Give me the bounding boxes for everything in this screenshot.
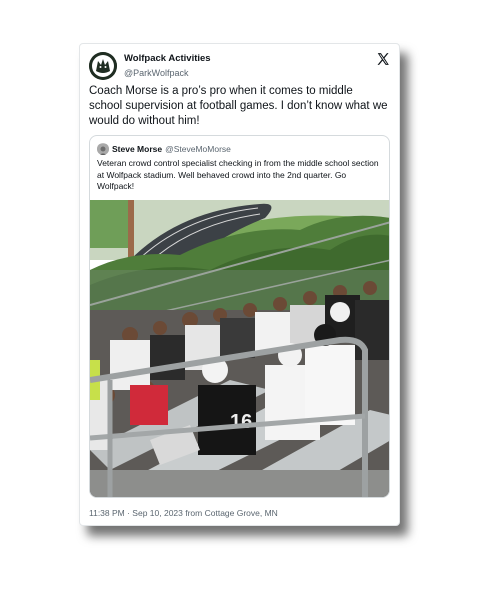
user-handle[interactable]: @ParkWolfpack xyxy=(124,67,211,79)
x-logo-icon[interactable] xyxy=(376,52,390,66)
tweet-timestamp[interactable]: 11:38 PM · Sep 10, 2023 from Cottage Gro… xyxy=(89,508,278,518)
quoted-text: Veteran crowd control specialist checkin… xyxy=(97,158,379,191)
svg-text:16: 16 xyxy=(230,411,252,433)
display-name[interactable]: Wolfpack Activities xyxy=(124,53,211,65)
tweet-text: Coach Morse is a pro’s pro when it comes… xyxy=(89,85,388,127)
quoted-tweet[interactable]: Steve Morse @SteveMoMorse Veteran crowd c… xyxy=(89,135,390,498)
tweet-card[interactable]: Wolfpack Activities @ParkWolfpack Coach … xyxy=(79,43,400,526)
quoted-avatar xyxy=(97,143,109,155)
avatar[interactable] xyxy=(89,52,117,80)
wolf-logo-icon xyxy=(89,52,117,80)
quoted-display-name: Steve Morse xyxy=(112,144,163,154)
tweet-header: Wolfpack Activities @ParkWolfpack xyxy=(89,52,390,82)
crowd-on-bleachers-photo[interactable]: 16 xyxy=(90,200,389,497)
quoted-handle: @SteveMoMorse xyxy=(165,144,231,154)
